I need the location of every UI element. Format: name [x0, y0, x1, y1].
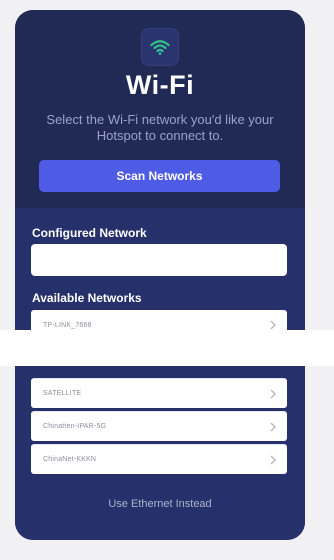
scan-networks-button[interactable]: Scan Networks [39, 160, 280, 192]
network-name: ChinaNet-KKKN [43, 456, 97, 463]
chevron-right-icon [270, 389, 276, 398]
wifi-setup-card: Wi-Fi Select the Wi-Fi network you'd lik… [15, 10, 305, 540]
configured-network-field[interactable] [31, 244, 287, 276]
configured-network-label: Configured Network [32, 226, 147, 240]
chevron-right-icon [270, 422, 276, 431]
wifi-badge [141, 28, 179, 66]
available-networks-label: Available Networks [32, 291, 142, 305]
network-item[interactable]: ChinaNet-KKKN [31, 444, 287, 474]
use-ethernet-link[interactable]: Use Ethernet Instead [15, 498, 305, 510]
network-name: Chinatten-IPAR-5G [43, 423, 107, 430]
network-name: SATELLITE [43, 390, 82, 397]
network-name: TP-LINK_7668 [43, 321, 92, 329]
chevron-right-icon [270, 455, 276, 464]
redaction-band [0, 330, 334, 366]
network-item[interactable]: Chinatten-IPAR-5G [31, 411, 287, 441]
network-item[interactable]: SATELLITE [31, 378, 287, 408]
chevron-right-icon [270, 320, 276, 330]
page-title: Wi-Fi [125, 70, 195, 100]
wifi-icon [150, 40, 170, 55]
page-subtitle: Select the Wi-Fi network you'd like your… [46, 112, 274, 143]
